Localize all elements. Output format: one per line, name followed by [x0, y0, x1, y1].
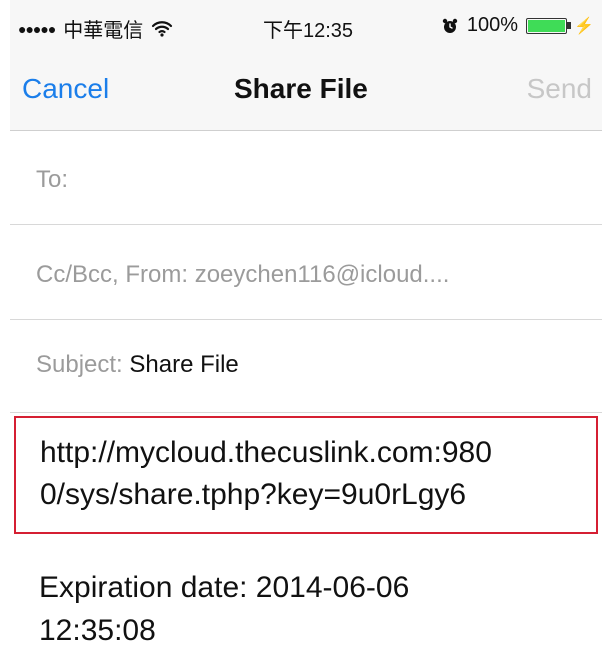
navigation-bar: Cancel Share File Send [10, 48, 602, 131]
status-bar: ●●●●● 中華電信 下午12:35 100% ⚡ [10, 0, 602, 48]
battery-percent: 100% [466, 14, 519, 36]
to-label: To: [36, 166, 69, 193]
carrier-name: 中華電信 [63, 20, 144, 42]
subject-value: Share File [129, 351, 239, 378]
battery-icon [526, 17, 568, 34]
cancel-button[interactable]: Cancel [22, 73, 109, 105]
share-link-highlight: http://mycloud.thecuslink.com:980 0/sys/… [14, 416, 598, 534]
carrier-group: ●●●●● 中華電信 [18, 14, 173, 43]
expiration-date: Expiration date: 2014-06-06 12:35:08 [39, 566, 559, 652]
expiration-line-1: Expiration date: 2014-06-06 [39, 571, 410, 604]
wifi-icon [151, 20, 173, 38]
to-field[interactable]: To: [10, 131, 602, 225]
subject-field[interactable]: Subject: Share File [10, 320, 602, 413]
send-button[interactable]: Send [527, 73, 592, 105]
signal-strength: ●●●●● [18, 20, 56, 37]
status-time: 下午12:35 [263, 20, 354, 42]
share-link-line-2: 0/sys/share.tphp?key=9u0rLgy6 [40, 478, 467, 511]
cc-bcc-from-field[interactable]: Cc/Bcc, From: zoeychen116@icloud.... [10, 225, 602, 320]
share-link-text[interactable]: http://mycloud.thecuslink.com:980 0/sys/… [40, 432, 580, 516]
battery-tip-icon [567, 22, 572, 29]
charging-icon: ⚡ [574, 17, 594, 35]
expiration-line-2: 12:35:08 [39, 614, 156, 647]
battery-status-group: 100% ⚡ [441, 14, 594, 37]
alarm-icon [441, 17, 459, 35]
mail-compose-screen: ●●●●● 中華電信 下午12:35 100% ⚡ Cancel Share F… [10, 0, 602, 650]
from-email: zoeychen116@icloud.... [194, 261, 450, 288]
share-link-line-1: http://mycloud.thecuslink.com:980 [40, 436, 492, 469]
subject-label: Subject: [36, 351, 123, 378]
cc-bcc-from-label: Cc/Bcc, From: [36, 261, 189, 288]
compose-title: Share File [234, 73, 368, 104]
